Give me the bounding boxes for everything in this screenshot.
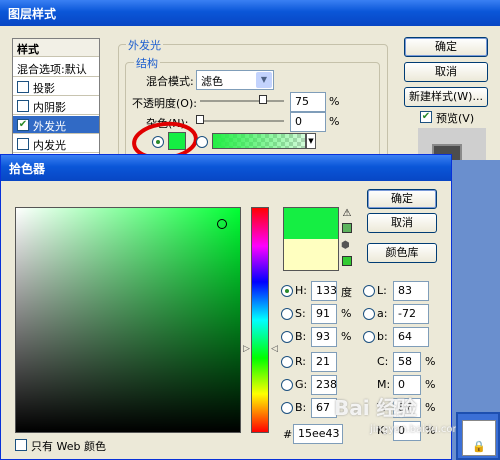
lock-icon: 🔒 — [472, 440, 486, 453]
b-input[interactable]: 93 — [311, 327, 337, 347]
g-radio[interactable] — [281, 379, 293, 391]
color-picker-titlebar[interactable]: 拾色器 — [1, 155, 451, 181]
web-safe-color-swatch[interactable] — [342, 256, 352, 266]
chevron-down-icon: ▼ — [256, 72, 272, 88]
structure-group-title: 结构 — [134, 55, 160, 71]
color-field[interactable] — [15, 207, 241, 433]
style-item-blending-options[interactable]: 混合选项:默认 — [13, 59, 99, 77]
h-label: H: — [295, 284, 307, 297]
color-picker-title: 拾色器 — [9, 162, 46, 176]
style-item-outer-glow[interactable]: ✔ 外发光 — [13, 116, 99, 134]
drop-shadow-checkbox[interactable] — [17, 81, 29, 93]
c-label: C: — [377, 355, 389, 368]
blend-mode-label: 混合模式: — [146, 75, 194, 88]
layer-style-cancel-button[interactable]: 取消 — [404, 62, 488, 82]
b-radio[interactable] — [281, 331, 293, 343]
outer-glow-checkbox[interactable]: ✔ — [17, 119, 29, 131]
hue-slider-left-arrow[interactable]: ▷ — [243, 344, 250, 354]
lab-b-radio[interactable] — [363, 331, 375, 343]
inner-glow-checkbox[interactable] — [17, 138, 29, 150]
watermark: Bai 经验 — [334, 396, 417, 420]
l-radio[interactable] — [363, 285, 375, 297]
layer-style-ok-button[interactable]: 确定 — [404, 37, 488, 57]
layer-style-dialog: 图层样式 样式 混合选项:默认 投影 内阴影 ✔ 外发光 内发光 外发光 结构 … — [0, 0, 500, 164]
c-unit: % — [425, 355, 436, 368]
gamut-color-swatch[interactable] — [342, 223, 352, 233]
opacity-slider-track[interactable] — [200, 100, 284, 102]
b-unit: % — [341, 330, 352, 343]
lab-b-input[interactable]: 64 — [393, 327, 429, 347]
picker-ok-button[interactable]: 确定 — [367, 189, 437, 209]
s-unit: % — [341, 307, 352, 320]
h-input[interactable]: 133 — [311, 281, 337, 301]
a-label: a: — [377, 307, 388, 320]
style-item-inner-shadow[interactable]: 内阴影 — [13, 97, 99, 115]
noise-slider-track[interactable] — [200, 120, 284, 122]
style-item-inner-glow[interactable]: 内发光 — [13, 135, 99, 153]
blue-radio[interactable] — [281, 402, 293, 414]
hue-slider-right-arrow[interactable]: ◁ — [271, 344, 278, 354]
noise-percent: % — [329, 115, 340, 128]
m-unit: % — [425, 378, 436, 391]
r-label: R: — [295, 355, 307, 368]
m-label: M: — [377, 378, 391, 391]
preview-checkbox[interactable]: ✔ — [420, 111, 432, 123]
s-radio[interactable] — [281, 308, 293, 320]
h-unit: 度 — [341, 286, 352, 299]
lab-b-label: b: — [377, 330, 388, 343]
r-input[interactable]: 21 — [311, 352, 337, 372]
outer-glow-group-title: 外发光 — [126, 37, 163, 53]
new-color-swatch — [283, 207, 339, 239]
gradient-picker[interactable] — [212, 133, 306, 149]
noise-input[interactable]: 0 — [290, 112, 326, 132]
background-window-fragment: 🔒 — [456, 412, 500, 460]
y-unit: % — [425, 401, 436, 414]
inner-shadow-checkbox[interactable] — [17, 100, 29, 112]
b-label: B: — [295, 330, 307, 343]
picker-cancel-button[interactable]: 取消 — [367, 213, 437, 233]
web-safe-cube-icon[interactable]: ⬢ — [341, 241, 353, 253]
g-label: G: — [295, 378, 308, 391]
blue-label: B: — [295, 401, 307, 414]
l-label: L: — [377, 284, 387, 297]
opacity-label: 不透明度(O): — [132, 97, 197, 110]
new-style-button[interactable]: 新建样式(W)... — [404, 87, 488, 107]
a-radio[interactable] — [363, 308, 375, 320]
watermark-url: jingyan.baidu.com — [370, 424, 463, 435]
a-input[interactable]: -72 — [393, 304, 429, 324]
opacity-slider-thumb[interactable] — [259, 95, 267, 104]
l-input[interactable]: 83 — [393, 281, 429, 301]
color-field-cursor[interactable] — [216, 218, 227, 229]
opacity-input[interactable]: 75 — [290, 92, 326, 112]
opacity-percent: % — [329, 95, 340, 108]
r-radio[interactable] — [281, 356, 293, 368]
hex-label: # — [283, 428, 293, 441]
layer-style-titlebar[interactable]: 图层样式 — [0, 0, 500, 26]
style-list-header[interactable]: 样式 — [13, 39, 99, 57]
hue-slider[interactable] — [251, 207, 269, 433]
web-colors-only-label: 只有 Web 颜色 — [31, 440, 106, 453]
web-colors-only-checkbox[interactable] — [15, 439, 27, 451]
style-item-drop-shadow[interactable]: 投影 — [13, 78, 99, 96]
blend-mode-select[interactable]: 滤色 ▼ — [196, 70, 274, 90]
hex-input[interactable]: 15ee43 — [293, 424, 343, 444]
layer-style-title: 图层样式 — [8, 7, 57, 21]
h-radio[interactable] — [281, 285, 293, 297]
gradient-dropdown-icon[interactable]: ▼ — [306, 133, 316, 149]
preview-label: 预览(V) — [436, 112, 475, 125]
current-color-swatch[interactable] — [283, 239, 339, 271]
s-label: S: — [295, 307, 306, 320]
gamut-warning-icon[interactable]: ⚠ — [341, 209, 353, 220]
color-library-button[interactable]: 颜色库 — [367, 243, 437, 263]
gradient-radio[interactable] — [196, 136, 208, 148]
c-input[interactable]: 58 — [393, 352, 421, 372]
style-list: 样式 混合选项:默认 投影 内阴影 ✔ 外发光 内发光 — [12, 38, 100, 160]
s-input[interactable]: 91 — [311, 304, 337, 324]
